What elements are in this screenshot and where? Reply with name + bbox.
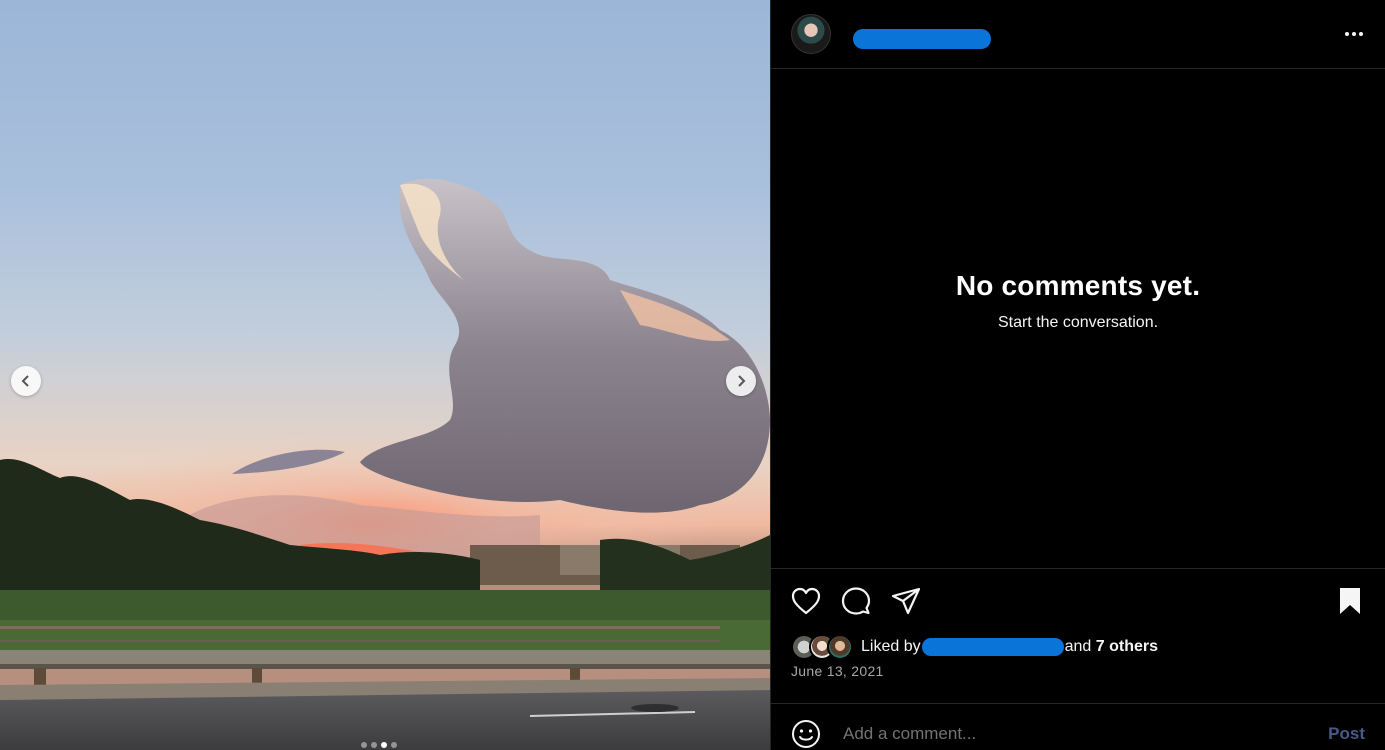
avatar[interactable] bbox=[827, 634, 853, 660]
likes-others-link[interactable]: 7 others bbox=[1096, 638, 1158, 655]
liker-avatars bbox=[791, 634, 853, 660]
post-modal: astra No comments yet. Start the convers… bbox=[0, 0, 1385, 750]
post-date: June 13, 2021 bbox=[791, 663, 884, 679]
post-comment-button[interactable]: Post bbox=[1328, 724, 1365, 744]
likes-connector: and bbox=[1064, 638, 1092, 656]
likes-summary: Liked by and 7 others bbox=[771, 633, 1385, 661]
redaction-mark bbox=[921, 637, 1064, 656]
bookmark-icon[interactable] bbox=[1335, 586, 1365, 616]
next-slide-button[interactable] bbox=[726, 366, 756, 396]
comments-section: No comments yet. Start the conversation. bbox=[771, 69, 1385, 569]
carousel-dot[interactable] bbox=[391, 742, 397, 748]
sunset-photo-image bbox=[0, 178, 770, 750]
post-side-panel: astra No comments yet. Start the convers… bbox=[770, 0, 1385, 750]
carousel-dot-active[interactable] bbox=[381, 742, 387, 748]
empty-comments-subtitle: Start the conversation. bbox=[997, 313, 1159, 331]
likes-prefix: Liked by bbox=[861, 638, 921, 656]
author-username-wrap: astra bbox=[845, 21, 991, 49]
more-horizontal-icon[interactable] bbox=[1343, 26, 1365, 42]
previous-slide-button[interactable] bbox=[11, 366, 41, 396]
carousel-dot[interactable] bbox=[361, 742, 367, 748]
carousel-indicator bbox=[361, 742, 397, 748]
action-bar bbox=[771, 569, 1385, 633]
post-header: astra bbox=[771, 0, 1385, 69]
post-photo bbox=[0, 0, 770, 750]
author-avatar[interactable] bbox=[791, 14, 831, 54]
send-icon[interactable] bbox=[891, 586, 921, 616]
add-comment-bar: Post bbox=[771, 703, 1385, 750]
redaction-mark bbox=[853, 29, 991, 49]
comment-input[interactable] bbox=[841, 723, 1329, 745]
likes-text: Liked by and 7 others bbox=[861, 637, 1158, 656]
heart-icon[interactable] bbox=[791, 586, 821, 616]
chevron-left-icon bbox=[21, 375, 29, 387]
comment-icon[interactable] bbox=[841, 586, 871, 616]
empty-comments-title: No comments yet. bbox=[955, 269, 1201, 301]
carousel-dot[interactable] bbox=[371, 742, 377, 748]
chevron-right-icon bbox=[738, 375, 746, 387]
smiley-icon[interactable] bbox=[791, 719, 821, 749]
